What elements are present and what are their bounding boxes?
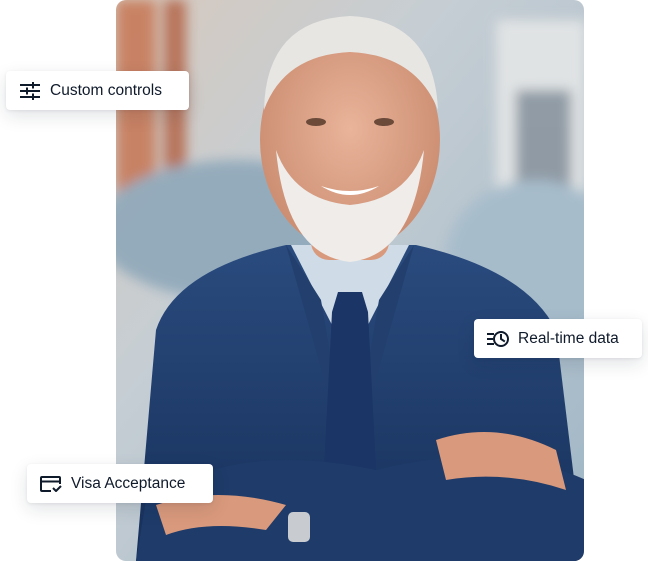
visa-acceptance-badge: Visa Acceptance: [27, 464, 213, 503]
card-check-icon: [40, 473, 62, 495]
history-icon: [487, 328, 509, 350]
custom-controls-badge: Custom controls: [6, 71, 189, 110]
sliders-icon: [19, 80, 41, 102]
realtime-data-label: Real-time data: [518, 329, 619, 347]
custom-controls-label: Custom controls: [50, 81, 162, 99]
realtime-data-badge: Real-time data: [474, 319, 642, 358]
visa-acceptance-label: Visa Acceptance: [71, 474, 186, 492]
